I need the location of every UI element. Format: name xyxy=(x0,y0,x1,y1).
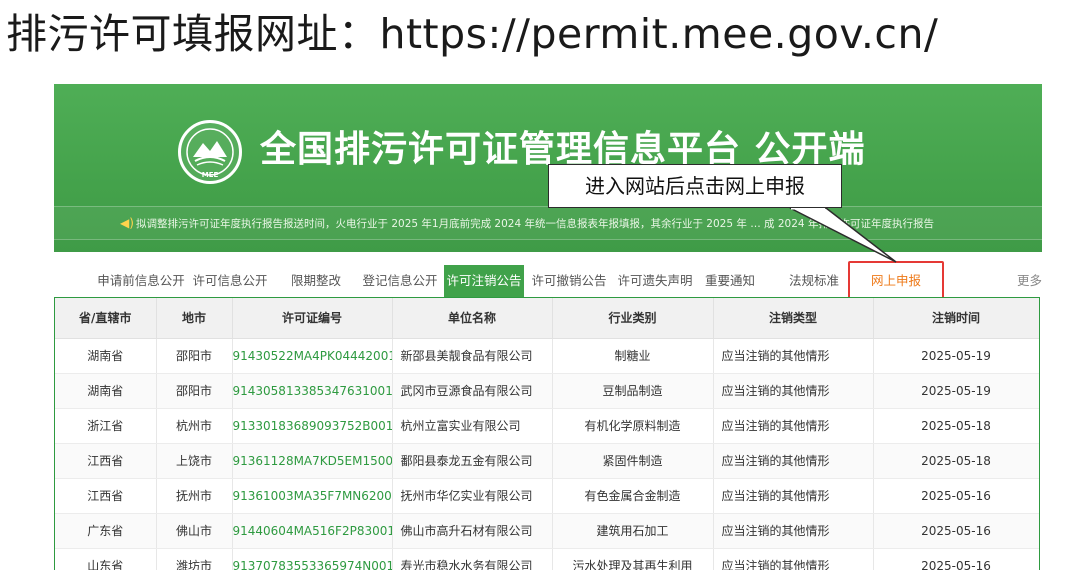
callout-pointer xyxy=(789,206,897,263)
website-screenshot: MEE 全国排污许可证管理信息平台 公开端 ◀) 拟调整排污许可证年度执行报告报… xyxy=(54,84,1042,570)
page-headline: 排污许可填报网址：https://permit.mee.gov.cn/ xyxy=(6,10,939,58)
instruction-callout: 进入网站后点击网上申报 xyxy=(548,164,842,208)
